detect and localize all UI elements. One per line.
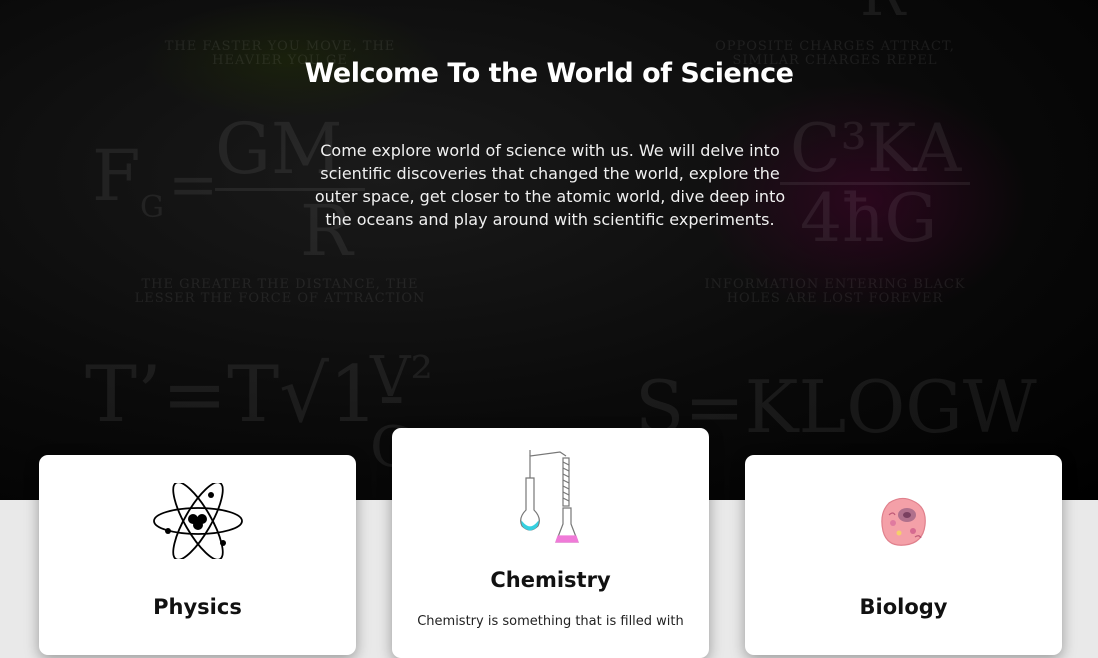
- atom-icon: [153, 483, 243, 559]
- biology-card[interactable]: Biology: [745, 455, 1062, 655]
- cell-icon: [881, 497, 926, 546]
- background-caption-black-holes: Information Entering Black Holes are Los…: [704, 277, 966, 306]
- background-formula-r: R: [860, 0, 905, 30]
- background-formula-v2: V²: [370, 345, 433, 410]
- physics-card[interactable]: Physics: [39, 455, 356, 655]
- background-formula-eq: =: [168, 150, 219, 220]
- chemistry-description: Chemistry is something that is filled wi…: [417, 614, 684, 629]
- background-formula-f: F: [92, 135, 141, 217]
- hero-section: R The Faster you move, The Heavier you G…: [0, 0, 1098, 500]
- lab-flask-icon: [520, 450, 579, 543]
- physics-title: Physics: [153, 595, 242, 619]
- background-formula-c3ka: C³KA: [790, 110, 962, 187]
- background-caption-distance: The Greater the Distance, The Lesser the…: [134, 277, 426, 306]
- biology-title: Biology: [859, 595, 948, 619]
- background-formula-4hg: 4ħG: [800, 180, 938, 257]
- chemistry-card[interactable]: Chemistry Chemistry is something that is…: [392, 428, 709, 658]
- chemistry-title: Chemistry: [490, 568, 611, 592]
- hero-description: Come explore world of science with us. W…: [314, 141, 786, 229]
- hero-title: Welcome To the World of Science: [304, 58, 794, 89]
- background-formula-time: T’=T√1-: [85, 350, 405, 440]
- background-formula-g-sub: G: [140, 190, 164, 225]
